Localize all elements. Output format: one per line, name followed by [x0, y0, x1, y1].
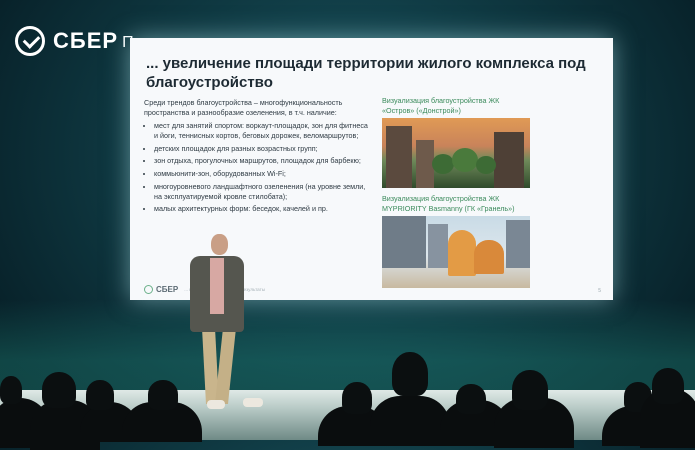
slide-bullet: малых архитектурных форм: беседок, качел… — [154, 204, 368, 214]
audience-silhouettes — [0, 340, 695, 450]
slide-intro: Среди трендов благоустройства – многофун… — [144, 98, 343, 117]
photo-mypriority-visualization — [382, 216, 530, 289]
checkmark-circle-icon — [15, 26, 45, 56]
photo-ostrov-visualization — [382, 118, 530, 189]
slide-title: ... увеличение площади территории жилого… — [146, 55, 586, 91]
slide-text-column: Среди трендов благоустройства – многофун… — [144, 98, 368, 217]
slide-bullet: коммьюнити-зон, оборудованных Wi-Fi; — [154, 169, 368, 179]
slide-bullet: детских площадок для разных возрастных г… — [154, 144, 368, 154]
slide-image-column: Визуализация благоустройства ЖК «Остров»… — [382, 96, 532, 289]
sber-footer-logo-icon — [144, 285, 153, 294]
slide-page-number: 5 — [598, 288, 601, 294]
slide-bullet: многоуровневого ландшафтного озеленения … — [154, 182, 368, 201]
slide-bullet-list: мест для занятий спортом: воркаут-площад… — [144, 121, 368, 214]
footer-wordmark: СБЕР — [156, 285, 179, 294]
speaker-head — [211, 234, 228, 255]
slide-bullet: мест для занятий спортом: воркаут-площад… — [154, 121, 368, 140]
logo-wordmark: СБЕР — [53, 28, 119, 53]
slide-bullet: зон отдыха, прогулочных маршрутов, площа… — [154, 156, 368, 166]
caption-mypriority: Визуализация благоустройства ЖК MYPRIORI… — [382, 194, 515, 213]
caption-ostrov: Визуализация благоустройства ЖК «Остров»… — [382, 96, 500, 115]
